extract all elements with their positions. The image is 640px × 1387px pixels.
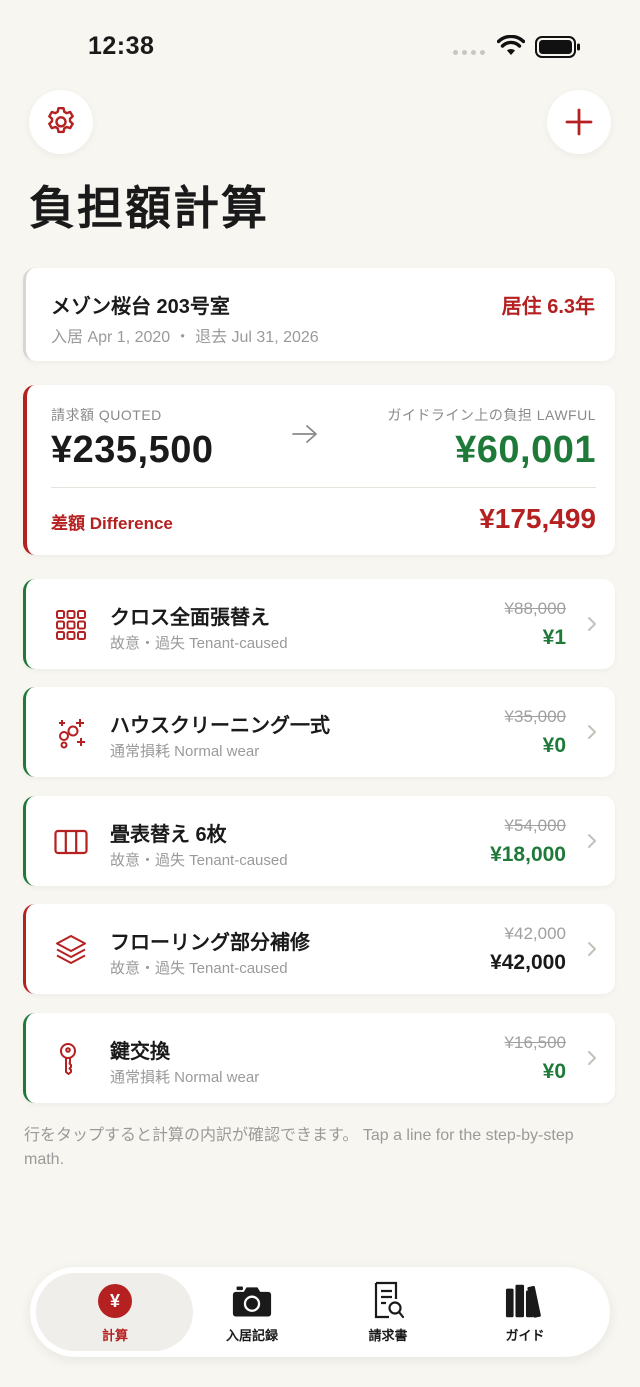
tenure-badge: 居住 6.3年 [501,296,595,318]
chevron-right-icon [588,834,596,848]
item-category: 故意・過失 Tenant-caused [110,852,288,869]
item-lawful-amount: ¥0 [542,1060,566,1083]
cellular-signal-icon [453,50,485,55]
item-original-amount: ¥16,500 [504,1033,566,1052]
settings-button[interactable] [29,90,93,154]
key-icon [60,1043,76,1075]
chevron-right-icon [588,725,596,739]
item-original-amount: ¥88,000 [504,599,566,618]
add-button[interactable] [547,90,611,154]
item-original-amount: ¥35,000 [504,707,566,726]
tab-guide[interactable]: ガイド [455,1267,595,1357]
property-card[interactable]: メゾン桜台 203号室 入居 Apr 1, 2020 ・ 退去 Jul 31, … [23,268,615,361]
gear-icon [48,107,74,134]
property-name: メゾン桜台 203号室 [51,296,230,318]
plus-icon [565,108,593,136]
tab-bar: ¥ 計算 入居記録 請求書 ガイド [30,1267,610,1357]
quoted-label: 請求額 QUOTED [51,407,162,423]
line-item[interactable]: フローリング部分補修 故意・過失 Tenant-caused ¥42,000 ¥… [23,904,615,994]
grid-icon [56,610,86,640]
line-item[interactable]: クロス全面張替え 故意・過失 Tenant-caused ¥88,000 ¥1 [23,579,615,669]
sparkles-icon [59,719,85,749]
battery-icon [535,36,580,58]
item-lawful-amount: ¥42,000 [490,951,566,974]
chevron-right-icon [588,942,596,956]
chevron-right-icon [588,617,596,631]
status-time: 12:38 [88,32,155,60]
tab-label: 請求書 [368,1328,408,1343]
tab-label: 入居記録 [225,1328,278,1343]
yen-icon: ¥ [98,1284,132,1318]
status-bar: 12:38 [0,0,640,94]
arrow-right-icon [292,425,317,443]
item-original-amount: ¥54,000 [504,816,566,835]
tab-label: ガイド [505,1328,545,1343]
item-category: 故意・過失 Tenant-caused [110,960,288,977]
item-name: 畳表替え 6枚 [110,824,227,846]
item-category: 故意・過失 Tenant-caused [110,635,288,652]
document-search-icon [374,1281,405,1319]
item-category: 通常損耗 Normal wear [110,1069,260,1086]
item-category: 通常損耗 Normal wear [110,743,260,760]
layers-icon [56,935,86,964]
line-item[interactable]: ハウスクリーニング一式 通常損耗 Normal wear ¥35,000 ¥0 [23,687,615,777]
books-icon [505,1284,541,1318]
item-lawful-amount: ¥0 [542,734,566,757]
quoted-value: ¥235,500 [51,429,214,471]
item-name: ハウスクリーニング一式 [110,715,330,737]
difference-label: 差額 Difference [51,514,173,533]
lawful-value: ¥60,001 [455,429,596,471]
summary-card: 請求額 QUOTED ¥235,500 ガイドライン上の負担 LAWFUL ¥6… [23,385,615,555]
footnote: 行をタップすると計算の内訳が確認できます。 Tap a line for the… [24,1127,574,1168]
item-lawful-amount: ¥18,000 [490,843,566,866]
camera-icon [232,1286,272,1317]
divider [51,487,596,488]
item-name: フローリング部分補修 [110,932,310,954]
page-title: 負担額計算 [29,182,269,234]
item-name: クロス全面張替え [110,607,270,629]
chevron-right-icon [588,1051,596,1065]
wifi-icon [497,35,525,55]
tab-calculate[interactable]: ¥ 計算 [45,1267,185,1357]
tatami-icon [54,829,88,855]
line-item[interactable]: 畳表替え 6枚 故意・過失 Tenant-caused ¥54,000 ¥18,… [23,796,615,886]
tab-label: 計算 [101,1328,128,1343]
tab-invoice[interactable]: 請求書 [318,1267,458,1357]
line-item[interactable]: 鍵交換 通常損耗 Normal wear ¥16,500 ¥0 [23,1013,615,1103]
item-name: 鍵交換 [110,1041,170,1063]
difference-value: ¥175,499 [479,503,596,534]
item-original-amount: ¥42,000 [504,924,566,943]
property-dates: 入居 Apr 1, 2020 ・ 退去 Jul 31, 2026 [51,329,319,346]
tab-move-in-record[interactable]: 入居記録 [182,1267,322,1357]
item-lawful-amount: ¥1 [542,626,566,649]
lawful-label: ガイドライン上の負担 LAWFUL [387,407,596,423]
